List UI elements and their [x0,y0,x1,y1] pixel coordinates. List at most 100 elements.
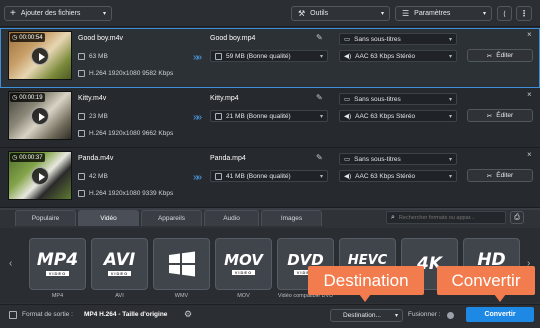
tab-vidéo[interactable]: Vidéo [78,210,139,226]
chevron-down-icon: ▾ [482,11,486,17]
output-size-select[interactable]: 21 MB (Bonne qualité) ▾ [210,110,328,122]
merge-toggle[interactable] [447,312,454,319]
chevron-down-icon: ▾ [448,173,452,180]
subtitles-icon: ▭ [344,36,351,43]
output-format-label: Format de sortie : [22,311,73,318]
output-file-name[interactable]: Good boy.mp4 [210,35,255,42]
clock-icon: ◷ [12,95,18,101]
edit-button[interactable]: ✂ Éditer [467,49,533,62]
format-logo: MOV [224,251,263,269]
source-file-name: Kitty.m4v [78,95,107,102]
convert-arrow-icon: »» [193,112,202,123]
play-icon[interactable] [31,47,49,65]
audio-track-select[interactable]: ◀) AAC 63 Kbps Stéréo ▾ [339,50,457,62]
chevron-down-icon: ▾ [448,36,452,43]
film-icon [78,190,85,197]
rename-pencil-icon[interactable]: ✎ [316,33,323,42]
destination-button[interactable]: Destination... ▾ [330,309,403,322]
tab-audio[interactable]: Audio [204,210,259,226]
file-row[interactable]: ◷ 00:00:19 Kitty.m4v 23 MB H.264 1920x108… [0,88,540,148]
file-icon [215,52,222,60]
file-row[interactable]: ◷ 00:00:37 Panda.m4v 42 MB H.264 1920x108… [0,148,540,208]
source-file-size: 42 MB [89,173,108,180]
share-icon[interactable]: ⟨ [497,6,512,21]
format-tile[interactable]: MOV VIDEO [215,238,272,290]
convert-callout: Convertir [437,266,535,295]
source-video-specs: H.264 1920x1080 9339 Kbps [89,190,174,197]
source-video-specs: H.264 1920x1080 9662 Kbps [89,130,174,137]
format-logo-sub: VIDEO [231,270,256,275]
duration-badge: ◷ 00:00:37 [10,153,45,162]
tab-populaire[interactable]: Populaire [15,210,76,226]
gear-icon[interactable]: ⚙ [184,309,192,320]
audio-track-select[interactable]: ◀) AAC 63 Kbps Stéréo ▾ [339,170,457,182]
rename-pencil-icon[interactable]: ✎ [316,93,323,102]
subtitles-select[interactable]: ▭ Sans sous-titres ▾ [339,153,457,165]
format-tile[interactable]: MP4 VIDEO [29,238,86,290]
audio-track-select[interactable]: ◀) AAC 63 Kbps Stéréo ▾ [339,110,457,122]
format-tile-label: AVI [115,293,124,299]
source-video-specs: H.264 1920x1080 9582 Kbps [89,70,174,77]
tools-menu-button[interactable]: ⚒ Outils ▾ [291,6,390,21]
output-file-name[interactable]: Panda.mp4 [210,155,246,162]
chevron-down-icon: ▾ [102,11,106,17]
search-icon: ⌕ [391,213,395,221]
convert-button[interactable]: Convertir [466,307,534,322]
edit-button[interactable]: ✂ Éditer [467,109,533,122]
tab-images[interactable]: Images [261,210,322,226]
output-format-icon [9,311,17,319]
rename-pencil-icon[interactable]: ✎ [316,153,323,162]
file-row[interactable]: ◷ 00:00:54 Good boy.m4v 63 MB H.264 1920x… [0,28,540,88]
duration-badge: ◷ 00:00:19 [10,93,45,102]
video-thumbnail[interactable]: ◷ 00:00:19 [8,91,72,140]
format-logo-sub: VIDEO [45,271,70,276]
tools-icon: ⚒ [298,9,306,18]
subtitles-icon: ▭ [344,156,351,163]
play-icon[interactable] [31,167,49,185]
close-icon[interactable]: × [527,150,532,159]
destination-callout-arrow [359,294,371,302]
more-options-icon[interactable]: ⋮ [516,6,532,21]
tab-appareils[interactable]: Appareils [141,210,202,226]
settings-menu-button[interactable]: ☰ Paramètres ▾ [395,6,492,21]
output-size-select[interactable]: 41 MB (Bonne qualité) ▾ [210,170,328,182]
output-file-name[interactable]: Kitty.mp4 [210,95,239,102]
close-icon[interactable]: × [527,90,532,99]
convert-arrow-icon: »» [193,52,202,63]
speaker-icon: ◀) [344,113,352,120]
format-search-box[interactable]: ⌕ [386,211,506,224]
output-format-value[interactable]: MP4 H.264 - Taille d'origine [84,311,167,318]
close-icon[interactable]: × [527,30,532,39]
source-file-size: 63 MB [89,53,108,60]
format-search-input[interactable] [398,214,499,221]
chevron-down-icon: ▾ [448,53,452,60]
subtitles-select[interactable]: ▭ Sans sous-titres ▾ [339,33,457,45]
source-file-name: Good boy.m4v [78,35,124,42]
format-tile[interactable]: AVI VIDEO [91,238,148,290]
speaker-icon: ◀) [344,53,352,60]
footer-bar [0,304,540,328]
windows-logo-icon [168,251,195,277]
video-thumbnail[interactable]: ◷ 00:00:54 [8,31,72,80]
chevron-left-icon[interactable]: ‹ [9,258,12,269]
edit-button[interactable]: ✂ Éditer [467,169,533,182]
convert-arrow-icon: »» [193,172,202,183]
film-icon [78,130,85,137]
file-icon [78,113,85,120]
chevron-down-icon: ▾ [394,313,398,319]
scissors-icon: ✂ [486,172,493,180]
chevron-down-icon: ▾ [319,173,323,180]
video-thumbnail[interactable]: ◷ 00:00:37 [8,151,72,200]
format-logo-sub: VIDEO [107,271,132,276]
device-detect-icon[interactable]: ⎙ [510,211,524,224]
clock-icon: ◷ [12,35,18,41]
chevron-down-icon: ▾ [319,113,323,120]
chevron-down-icon: ▾ [448,156,452,163]
output-size-select[interactable]: 59 MB (Bonne qualité) ▾ [210,50,328,62]
format-tile-label: MOV [237,293,250,299]
play-icon[interactable] [31,107,49,125]
convert-callout-arrow [494,294,506,302]
subtitles-select[interactable]: ▭ Sans sous-titres ▾ [339,93,457,105]
add-files-button[interactable]: + Ajouter des fichiers ▾ [4,6,112,21]
format-tile[interactable] [153,238,210,290]
